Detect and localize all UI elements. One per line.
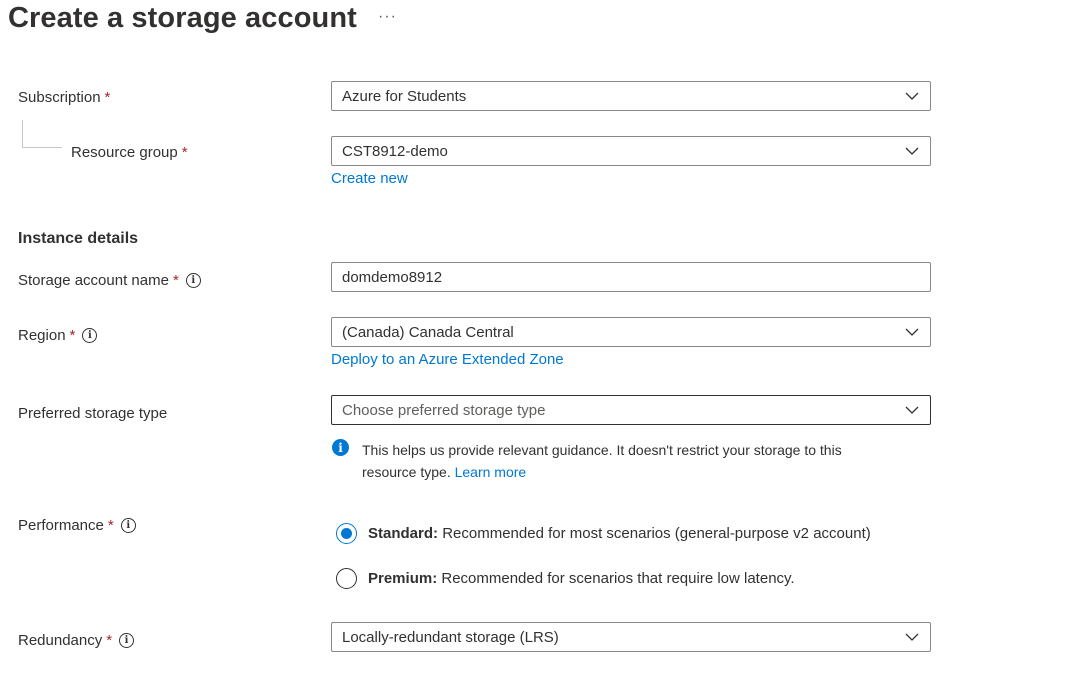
resource-group-label-text: Resource group <box>71 144 178 161</box>
performance-label-text: Performance <box>18 517 104 534</box>
page-title: Create a storage account <box>8 2 357 34</box>
tree-connector-vertical <box>22 120 23 147</box>
subscription-label: Subscription * <box>18 89 110 106</box>
subscription-label-text: Subscription <box>18 89 101 106</box>
required-marker: * <box>181 144 188 161</box>
standard-option-text: Standard: Recommended for most scenarios… <box>368 525 871 542</box>
more-actions-button[interactable]: ··· <box>378 8 397 26</box>
redundancy-label: Redundancy * i <box>18 632 135 649</box>
info-filled-icon: i <box>332 439 349 456</box>
extended-zone-link[interactable]: Deploy to an Azure Extended Zone <box>331 351 564 368</box>
performance-option-standard[interactable]: Standard: Recommended for most scenarios… <box>336 523 871 544</box>
info-circle-icon[interactable]: i <box>119 633 135 648</box>
premium-option-text: Premium: Recommended for scenarios that … <box>368 570 795 587</box>
chevron-down-icon <box>904 402 920 418</box>
storage-type-info-message: This helps us provide relevant guidance.… <box>362 439 922 483</box>
info-circle-icon[interactable]: i <box>120 518 136 533</box>
redundancy-dropdown[interactable]: Locally-redundant storage (LRS) <box>331 622 931 652</box>
instance-details-heading: Instance details <box>18 230 139 247</box>
radio-button[interactable] <box>336 568 357 589</box>
redundancy-value: Locally-redundant storage (LRS) <box>342 628 559 646</box>
learn-more-link[interactable]: Learn more <box>455 464 527 480</box>
required-marker: * <box>69 327 76 344</box>
chevron-down-icon <box>904 88 920 104</box>
region-label-text: Region <box>18 327 66 344</box>
storage-type-placeholder: Choose preferred storage type <box>342 401 546 419</box>
chevron-down-icon <box>904 324 920 340</box>
storage-type-label-text: Preferred storage type <box>18 405 168 422</box>
create-new-link[interactable]: Create new <box>331 170 408 187</box>
performance-option-premium[interactable]: Premium: Recommended for scenarios that … <box>336 568 795 589</box>
required-marker: * <box>172 272 179 289</box>
tree-connector-horizontal <box>22 147 62 148</box>
region-value: (Canada) Canada Central <box>342 323 514 341</box>
storage-type-dropdown[interactable]: Choose preferred storage type <box>331 395 931 425</box>
redundancy-label-text: Redundancy <box>18 632 103 649</box>
storage-account-name-label: Storage account name * i <box>18 272 201 289</box>
info-text-line-2: resource type. Learn more <box>362 461 922 483</box>
storage-type-label: Preferred storage type <box>18 405 167 422</box>
performance-label: Performance * i <box>18 517 136 534</box>
resource-group-label: Resource group * <box>71 144 188 161</box>
storage-account-name-value: domdemo8912 <box>342 268 443 286</box>
info-circle-icon[interactable]: i <box>82 328 98 343</box>
subscription-dropdown[interactable]: Azure for Students <box>331 81 931 111</box>
storage-account-name-input[interactable]: domdemo8912 <box>331 262 931 292</box>
resource-group-dropdown[interactable]: CST8912-demo <box>331 136 931 166</box>
radio-button-selected[interactable] <box>336 523 357 544</box>
region-dropdown[interactable]: (Canada) Canada Central <box>331 317 931 347</box>
info-circle-icon[interactable]: i <box>185 273 201 288</box>
premium-option-desc: Recommended for scenarios that require l… <box>441 570 795 587</box>
required-marker: * <box>104 89 111 106</box>
premium-option-name: Premium: <box>368 570 438 587</box>
subscription-value: Azure for Students <box>342 87 467 105</box>
info-text-line-1: This helps us provide relevant guidance.… <box>362 442 842 458</box>
storage-account-name-label-text: Storage account name <box>18 272 169 289</box>
chevron-down-icon <box>904 629 920 645</box>
required-marker: * <box>106 632 113 649</box>
info-text-line-2-text: resource type. <box>362 464 451 480</box>
resource-group-value: CST8912-demo <box>342 142 448 160</box>
required-marker: * <box>107 517 114 534</box>
region-label: Region * i <box>18 327 98 344</box>
chevron-down-icon <box>904 143 920 159</box>
standard-option-desc: Recommended for most scenarios (general-… <box>442 525 871 542</box>
standard-option-name: Standard: <box>368 525 439 542</box>
